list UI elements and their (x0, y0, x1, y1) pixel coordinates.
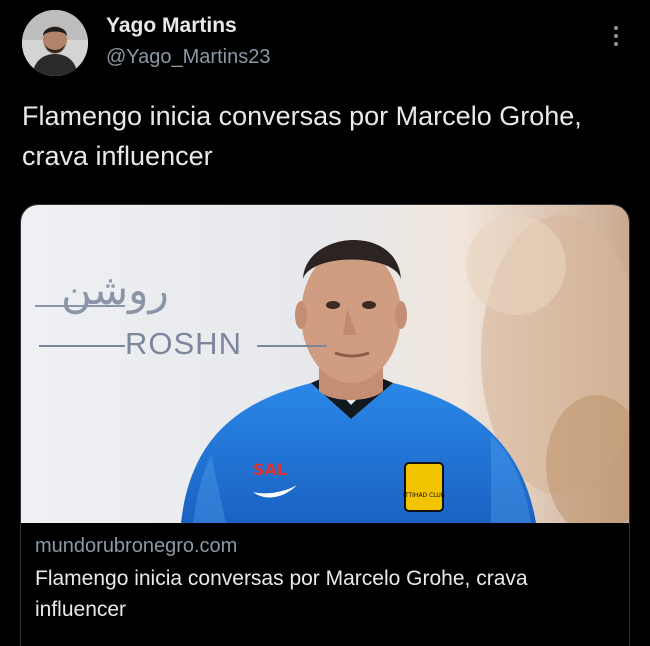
sponsor-arabic: روشن (61, 265, 169, 314)
author-name[interactable]: Yago Martins (106, 14, 237, 38)
sponsor-latin: ROSHN (125, 326, 242, 361)
author-avatar[interactable] (22, 10, 88, 76)
card-domain: mundorubronegro.com (35, 535, 238, 557)
more-vertical-icon[interactable] (608, 26, 624, 50)
link-card[interactable]: SAL ITTIHAD CLUB روشن ROSHN mundorubrone… (20, 204, 630, 646)
jersey-sponsor: SAL (253, 460, 287, 479)
card-meta[interactable]: mundorubronegro.com Flamengo inicia conv… (21, 523, 629, 635)
tweet-text: Flamengo inicia conversas por Marcelo Gr… (22, 101, 582, 171)
card-image[interactable]: SAL ITTIHAD CLUB روشن ROSHN (21, 205, 629, 523)
author-handle[interactable]: @Yago_Martins23 (106, 46, 270, 69)
badge-text: ITTIHAD CLUB (403, 492, 445, 499)
card-title: Flamengo inicia conversas por Marcelo Gr… (35, 567, 528, 621)
